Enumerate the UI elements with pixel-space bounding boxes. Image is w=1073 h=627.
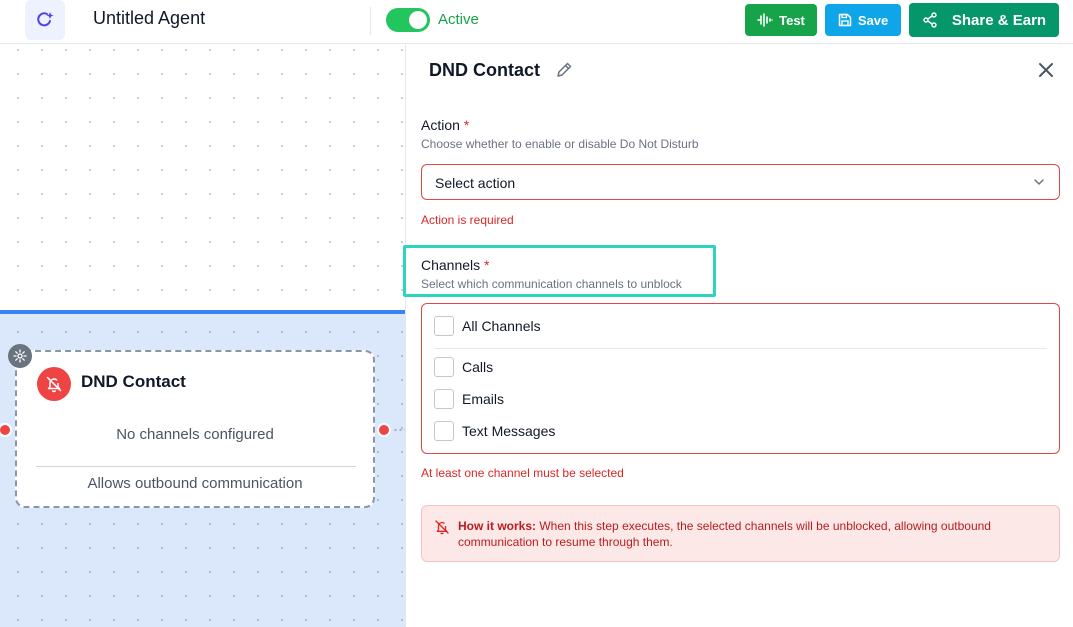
share-icon — [923, 12, 937, 28]
test-button-label: Test — [779, 12, 805, 28]
all-channels-option[interactable]: All Channels — [434, 316, 541, 336]
header-divider — [370, 7, 371, 35]
how-it-works-text: How it works: When this step executes, t… — [458, 518, 1048, 550]
action-error: Action is required — [421, 213, 514, 227]
how-it-works-heading: How it works: — [458, 519, 537, 533]
active-toggle[interactable] — [386, 8, 430, 32]
node-divider — [36, 466, 356, 467]
step-config-panel: DND Contact Action * Choose whether to e… — [403, 44, 1073, 627]
waveform-icon — [757, 13, 773, 27]
workflow-canvas[interactable]: DND Contact No channels configured Allow… — [0, 44, 405, 627]
action-label-text: Action — [421, 117, 460, 133]
agent-title[interactable]: Untitled Agent — [93, 8, 205, 29]
agent-logo-button[interactable] — [25, 0, 65, 40]
share-earn-button[interactable]: Share & Earn — [909, 3, 1059, 37]
channel-option-emails[interactable]: Emails — [434, 389, 504, 409]
save-button[interactable]: Save — [825, 4, 901, 36]
channel-option-text-messages[interactable]: Text Messages — [434, 421, 555, 441]
edge-connector — [393, 429, 405, 431]
share-earn-label: Share & Earn — [951, 11, 1047, 29]
dnd-contact-node[interactable]: DND Contact No channels configured Allow… — [15, 350, 375, 508]
all-channels-checkbox[interactable] — [434, 316, 454, 336]
all-channels-label: All Channels — [462, 318, 541, 334]
chevron-down-icon — [1034, 179, 1044, 185]
top-bar: Untitled Agent Active Test Save Share & … — [0, 0, 1073, 44]
action-required-mark: * — [463, 117, 470, 133]
edit-pencil-icon[interactable] — [555, 61, 573, 79]
test-button[interactable]: Test — [745, 4, 817, 36]
action-help-text: Choose whether to enable or disable Do N… — [421, 137, 699, 151]
floppy-disk-icon — [838, 13, 852, 27]
text-messages-checkbox[interactable] — [434, 421, 454, 441]
action-select[interactable]: Select action — [421, 164, 1060, 200]
active-status-label: Active — [438, 11, 479, 28]
text-messages-label: Text Messages — [462, 423, 556, 439]
emails-checkbox[interactable] — [434, 389, 454, 409]
panel-title: DND Contact — [429, 60, 540, 80]
emails-label: Emails — [462, 391, 505, 407]
toggle-knob — [409, 11, 427, 29]
channel-option-calls[interactable]: Calls — [434, 357, 493, 377]
channels-required-mark: * — [484, 257, 490, 273]
bell-off-icon — [435, 520, 449, 535]
sparkle-refresh-icon — [37, 12, 54, 27]
action-label: Action * — [421, 117, 469, 133]
channels-error: At least one channel must be selected — [421, 466, 624, 480]
close-icon[interactable] — [1037, 61, 1055, 79]
channels-checkbox-group: All Channels Calls Emails Text Messages — [421, 303, 1060, 454]
calls-label: Calls — [462, 359, 494, 375]
node-footer-text: Allows outbound communication — [87, 475, 303, 492]
bell-off-icon — [37, 367, 71, 401]
how-it-works-body: When this step executes, the selected ch… — [458, 519, 991, 549]
node-status-message: No channels configured — [116, 426, 274, 443]
channels-divider — [434, 348, 1047, 349]
node-title: DND Contact — [81, 372, 186, 391]
how-it-works-info-box: How it works: When this step executes, t… — [421, 505, 1060, 562]
channels-label-text: Channels — [421, 257, 481, 273]
channels-help-text: Select which communication channels to u… — [421, 277, 682, 291]
node-settings-gear-icon[interactable] — [8, 344, 32, 368]
channels-label: Channels * — [421, 257, 490, 273]
save-button-label: Save — [857, 12, 889, 28]
action-select-value: Select action — [435, 175, 516, 191]
node-output-handle[interactable] — [377, 423, 391, 437]
calls-checkbox[interactable] — [434, 357, 454, 377]
